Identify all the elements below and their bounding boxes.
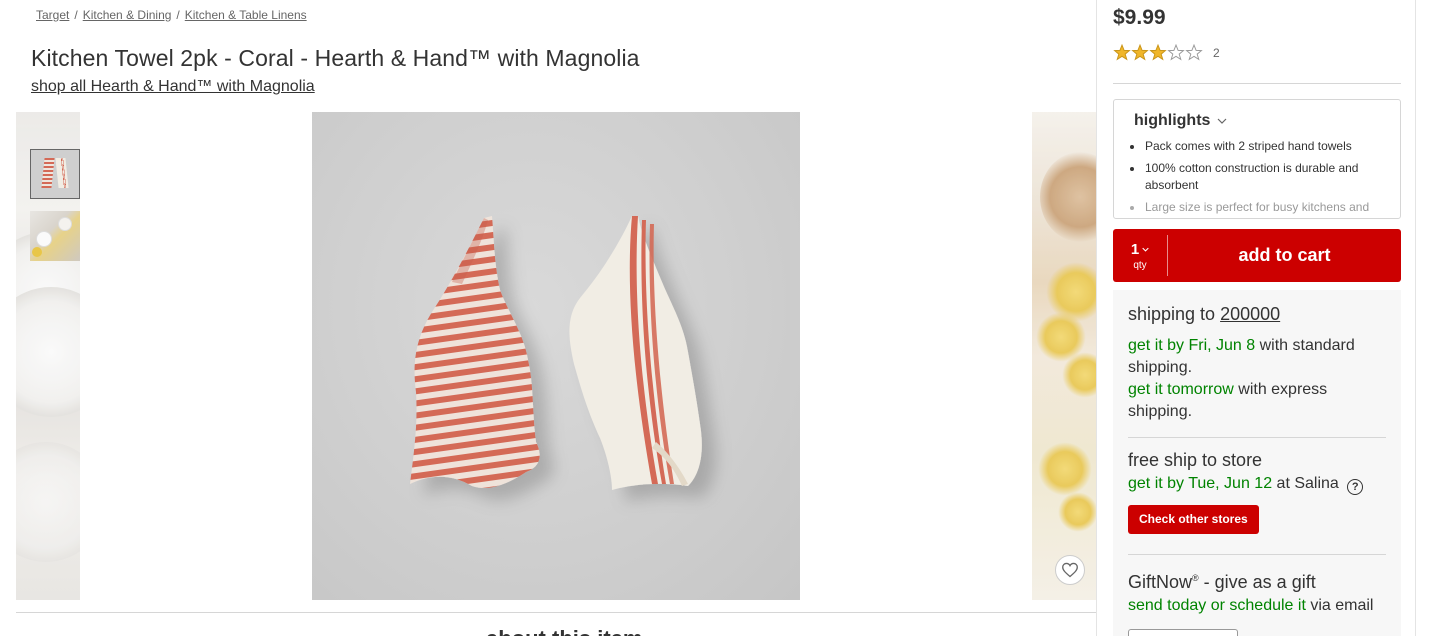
breadcrumb-link-kitchen-table-linens[interactable]: Kitchen & Table Linens: [185, 8, 307, 22]
breadcrumb-separator: /: [74, 8, 78, 22]
striped-towels-illustration: [410, 216, 702, 490]
star-filled-icon: [1113, 44, 1131, 61]
gallery-thumbnail-table-setting[interactable]: [30, 211, 80, 261]
shipping-title-prefix: shipping to: [1128, 304, 1216, 324]
fulfillment-panel: shipping to 200000 get it by Fri, Jun 8 …: [1113, 290, 1401, 636]
standard-shipping-info: get it by Fri, Jun 8 with standard shipp…: [1128, 335, 1386, 379]
shop-all-brand-link[interactable]: shop all Hearth & Hand™ with Magnolia: [31, 78, 315, 96]
giftnow-button[interactable]: [1128, 629, 1238, 636]
store-pickup-date: get it by Tue, Jun 12: [1128, 475, 1273, 492]
store-pickup-location: at Salina: [1272, 475, 1339, 492]
help-icon[interactable]: ?: [1347, 479, 1364, 495]
shipping-section: shipping to 200000 get it by Fri, Jun 8 …: [1128, 304, 1386, 423]
about-item-heading: about this item: [486, 626, 642, 636]
giftnow-brand: GiftNow: [1128, 572, 1193, 592]
quantity-selector[interactable]: 1 qty: [1113, 235, 1168, 276]
giftnow-title-rest: - give as a gift: [1198, 572, 1316, 592]
giftnow-method: via email: [1305, 597, 1374, 614]
star-empty-icon: [1167, 44, 1185, 61]
breadcrumb-separator: /: [176, 8, 180, 22]
breadcrumb: Target / Kitchen & Dining / Kitchen & Ta…: [36, 8, 307, 22]
giftnow-info: send today or schedule it via email: [1128, 595, 1386, 617]
express-shipping-date: get it tomorrow: [1128, 381, 1234, 398]
fulfillment-divider: [1128, 437, 1386, 438]
store-pickup-section: free ship to store get it by Tue, Jun 12…: [1128, 450, 1386, 534]
breadcrumb-link-kitchen-dining[interactable]: Kitchen & Dining: [83, 8, 172, 22]
highlights-list: Pack comes with 2 striped hand towels 10…: [1128, 138, 1390, 218]
standard-shipping-date: get it by Fri, Jun 8: [1128, 337, 1256, 354]
heart-icon: [1062, 562, 1078, 578]
check-other-stores-button[interactable]: Check other stores: [1128, 505, 1259, 534]
breadcrumb-link-target[interactable]: Target: [36, 8, 69, 22]
star-rating: [1113, 44, 1203, 61]
next-image-preview[interactable]: [1032, 112, 1096, 600]
star-filled-icon: [1131, 44, 1149, 61]
review-count[interactable]: 2: [1213, 46, 1220, 60]
registered-mark: ®: [1192, 573, 1199, 583]
giftnow-title: GiftNow® - give as a gift: [1128, 572, 1386, 593]
store-title: free ship to store: [1128, 450, 1263, 470]
star-empty-icon: [1185, 44, 1203, 61]
highlights-panel: highlights Pack comes with 2 striped han…: [1113, 99, 1401, 219]
price-divider: [1113, 83, 1401, 84]
add-to-cart-bar: 1 qty add to cart: [1113, 229, 1401, 282]
highlight-item: 100% cotton construction is durable and …: [1128, 160, 1390, 194]
star-filled-icon: [1149, 44, 1167, 61]
store-pickup-info: get it by Tue, Jun 12 at Salina ?: [1128, 473, 1386, 495]
giftnow-section: GiftNow® - give as a gift send today or …: [1128, 572, 1386, 617]
product-title: Kitchen Towel 2pk - Coral - Hearth & Han…: [31, 45, 640, 71]
giftnow-schedule: send today or schedule it: [1128, 597, 1306, 614]
favorite-button[interactable]: [1055, 555, 1085, 585]
chevron-down-icon: [1218, 118, 1227, 124]
main-product-image[interactable]: [312, 112, 800, 600]
fulfillment-divider: [1128, 554, 1386, 555]
highlight-item: Pack comes with 2 striped hand towels: [1128, 138, 1390, 155]
express-shipping-info: get it tomorrow with express shipping.: [1128, 379, 1386, 423]
highlights-title: highlights: [1134, 112, 1211, 129]
coral-striped-towel: [410, 216, 540, 489]
quantity-value: 1: [1130, 240, 1140, 258]
image-gallery: [16, 112, 1096, 600]
shipping-zip-link[interactable]: 200000: [1220, 304, 1280, 324]
buy-box: $9.99 2 highlights Pack comes with 2 str…: [1096, 0, 1416, 636]
product-price: $9.99: [1113, 6, 1166, 29]
highlight-item: Large size is perfect for busy kitchens …: [1128, 199, 1390, 216]
add-to-cart-button[interactable]: add to cart: [1168, 229, 1401, 282]
section-divider: [16, 612, 1096, 613]
quantity-label: qty: [1133, 259, 1147, 271]
chevron-down-icon: [1142, 247, 1149, 252]
gallery-thumbnail-towels[interactable]: [30, 149, 80, 199]
highlights-toggle[interactable]: highlights: [1134, 112, 1227, 130]
shipping-title: shipping to 200000: [1128, 304, 1386, 325]
rating-summary[interactable]: 2: [1113, 44, 1220, 61]
